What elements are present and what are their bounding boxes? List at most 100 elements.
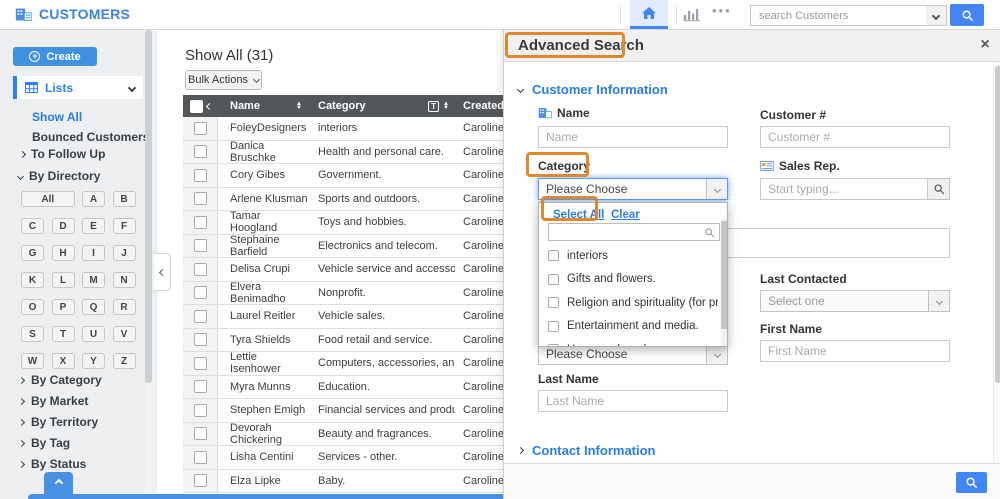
category-option[interactable]: interiors: [548, 244, 718, 268]
alphabet-button[interactable]: G: [21, 245, 44, 261]
alphabet-button[interactable]: V: [113, 326, 136, 342]
scroll-to-top-button[interactable]: [44, 472, 73, 494]
row-checkbox[interactable]: [194, 451, 207, 464]
last-contacted-select[interactable]: Select one: [760, 290, 950, 312]
sales-rep-input[interactable]: [760, 178, 928, 200]
cell-name[interactable]: Lettie Isenhower: [218, 351, 310, 375]
sort-icon[interactable]: ▲ ▼: [443, 102, 449, 111]
cell-name[interactable]: Stephaine Barfield: [218, 234, 310, 258]
alphabet-button[interactable]: O: [21, 299, 44, 315]
cell-name[interactable]: Delisa Crupi: [218, 263, 310, 275]
alphabet-button[interactable]: B: [113, 191, 136, 207]
select-all-checkbox[interactable]: [190, 100, 203, 113]
alphabet-button[interactable]: D: [52, 218, 75, 234]
row-checkbox[interactable]: [194, 474, 207, 487]
category-option[interactable]: Religion and spirituality (for pro…: [548, 291, 718, 315]
row-checkbox[interactable]: [194, 216, 207, 229]
alphabet-button[interactable]: N: [113, 272, 136, 288]
row-checkbox[interactable]: [194, 357, 207, 370]
sidebar-group-item[interactable]: By Category: [19, 374, 102, 386]
alphabet-button[interactable]: J: [113, 245, 136, 261]
option-checkbox[interactable]: [548, 250, 559, 261]
category-option[interactable]: Home and garden.: [548, 338, 718, 347]
alphabet-button[interactable]: W: [21, 353, 44, 369]
cell-name[interactable]: Elza Lipke: [218, 475, 310, 487]
sidebar-collapse-handle[interactable]: [154, 253, 171, 291]
sales-rep-lookup-button[interactable]: [928, 178, 950, 200]
cell-name[interactable]: Elvera Benimadho: [218, 281, 310, 305]
select-arrow-button[interactable]: [706, 344, 727, 364]
alphabet-button[interactable]: A: [82, 191, 105, 207]
alphabet-button[interactable]: I: [82, 245, 105, 261]
cell-name[interactable]: Cory Gibes: [218, 169, 310, 181]
alphabet-button[interactable]: M: [82, 272, 105, 288]
category-filter-input[interactable]: [549, 224, 704, 240]
create-button[interactable]: + Create: [13, 47, 97, 66]
sidebar-scrollbar[interactable]: [145, 30, 152, 499]
option-checkbox[interactable]: [548, 274, 559, 285]
name-input[interactable]: [538, 126, 728, 148]
row-checkbox[interactable]: [194, 145, 207, 158]
search-scope-dropdown[interactable]: [926, 5, 947, 26]
sidebar-group-item[interactable]: By Market: [19, 395, 102, 407]
sidebar-item-show-all[interactable]: Show All: [32, 110, 82, 124]
category-option[interactable]: Entertainment and media.: [548, 315, 718, 339]
sidebar-item-to-follow-up[interactable]: To Follow Up: [20, 147, 105, 161]
global-search-button[interactable]: [950, 4, 984, 26]
home-button[interactable]: [630, 0, 668, 29]
alphabet-button[interactable]: K: [21, 272, 44, 288]
filter-icon[interactable]: T: [428, 101, 439, 112]
section-contact-information[interactable]: Contact Information: [518, 443, 656, 458]
row-checkbox[interactable]: [194, 404, 207, 417]
cell-name[interactable]: Tamar Hoogland: [218, 210, 310, 234]
option-checkbox[interactable]: [548, 321, 559, 332]
select-arrow-button[interactable]: [928, 291, 949, 311]
alphabet-button[interactable]: P: [52, 299, 75, 315]
popup-scrollbar[interactable]: [721, 219, 727, 346]
alphabet-button[interactable]: H: [52, 245, 75, 261]
alphabet-button[interactable]: Q: [82, 299, 105, 315]
row-checkbox[interactable]: [194, 169, 207, 182]
alphabet-button[interactable]: X: [52, 353, 75, 369]
alphabet-button[interactable]: L: [52, 272, 75, 288]
row-checkbox[interactable]: [194, 122, 207, 135]
alphabet-button[interactable]: Y: [82, 353, 105, 369]
popup-scrollbar-thumb[interactable]: [721, 221, 727, 329]
row-checkbox[interactable]: [194, 427, 207, 440]
bulk-actions-button[interactable]: Bulk Actions: [185, 70, 262, 90]
alphabet-button[interactable]: E: [82, 218, 105, 234]
category-option[interactable]: Gifts and flowers.: [548, 268, 718, 292]
alphabet-button[interactable]: All: [21, 191, 75, 207]
cell-name[interactable]: Danica Bruschke: [218, 140, 310, 164]
alphabet-button[interactable]: S: [21, 326, 44, 342]
option-checkbox[interactable]: [548, 297, 559, 308]
row-checkbox[interactable]: [194, 333, 207, 346]
sidebar-group-item[interactable]: By Status: [19, 458, 102, 470]
chevron-left-icon[interactable]: [205, 102, 212, 109]
sidebar-item-bounced-customers[interactable]: Bounced Customers: [32, 130, 149, 144]
select-arrow-button[interactable]: [706, 179, 727, 199]
column-header-name[interactable]: Name ▲ ▼: [218, 100, 310, 112]
sort-icon[interactable]: ▲ ▼: [296, 102, 302, 111]
alphabet-button[interactable]: C: [21, 218, 44, 234]
last-name-input[interactable]: [538, 390, 728, 412]
alphabet-button[interactable]: F: [113, 218, 136, 234]
row-checkbox[interactable]: [194, 239, 207, 252]
global-search-input[interactable]: [750, 5, 927, 26]
close-button[interactable]: ×: [975, 35, 995, 55]
first-name-input[interactable]: [760, 340, 950, 362]
customer-number-input[interactable]: [760, 126, 950, 148]
cell-name[interactable]: Stephen Emigh: [218, 404, 310, 416]
row-checkbox[interactable]: [194, 310, 207, 323]
cell-name[interactable]: Devorah Chickering: [218, 422, 310, 446]
sidebar-item-lists[interactable]: Lists: [13, 76, 143, 99]
advanced-search-submit-button[interactable]: [956, 472, 987, 493]
sidebar-scrollbar-thumb[interactable]: [145, 30, 152, 383]
sidebar-group-item[interactable]: By Tag: [19, 437, 102, 449]
panel-scrollbar-thumb[interactable]: [995, 66, 1000, 383]
row-checkbox[interactable]: [194, 263, 207, 276]
clear-link[interactable]: Clear: [611, 209, 640, 221]
row-checkbox[interactable]: [194, 380, 207, 393]
cell-name[interactable]: Tyra Shields: [218, 334, 310, 346]
alphabet-button[interactable]: T: [52, 326, 75, 342]
